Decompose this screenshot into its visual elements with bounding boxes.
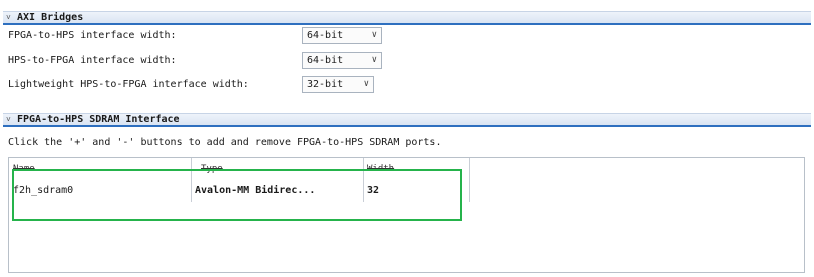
section-sdram-interface[interactable]: ˅ FPGA-to-HPS SDRAM Interface — [3, 113, 811, 127]
sdram-hint-text: Click the '+' and '-' buttons to add and… — [8, 137, 442, 148]
select-value: 64-bit — [307, 55, 344, 66]
hps-to-fpga-width-select[interactable]: 64-bit ∨ — [302, 52, 382, 69]
column-divider — [469, 158, 470, 202]
highlight-box — [12, 169, 462, 221]
chevron-down-icon: ∨ — [371, 55, 377, 65]
section-title: FPGA-to-HPS SDRAM Interface — [17, 114, 180, 125]
select-value: 32-bit — [307, 79, 344, 90]
fpga-to-hps-width-select[interactable]: 64-bit ∨ — [302, 27, 382, 44]
chevron-down-icon: ∨ — [371, 30, 377, 40]
hps-to-fpga-width-label: HPS-to-FPGA interface width: — [8, 55, 177, 66]
chevron-down-icon[interactable]: ˅ — [6, 114, 11, 126]
section-title: AXI Bridges — [17, 12, 84, 23]
chevron-down-icon: ∨ — [363, 79, 369, 89]
fpga-to-hps-width-label: FPGA-to-HPS interface width: — [8, 30, 177, 41]
chevron-down-icon[interactable]: ˅ — [6, 12, 11, 24]
lightweight-width-label: Lightweight HPS-to-FPGA interface width: — [8, 79, 249, 90]
lightweight-width-select[interactable]: 32-bit ∨ — [302, 76, 374, 93]
section-axi-bridges[interactable]: ˅ AXI Bridges — [3, 11, 811, 25]
select-value: 64-bit — [307, 30, 344, 41]
